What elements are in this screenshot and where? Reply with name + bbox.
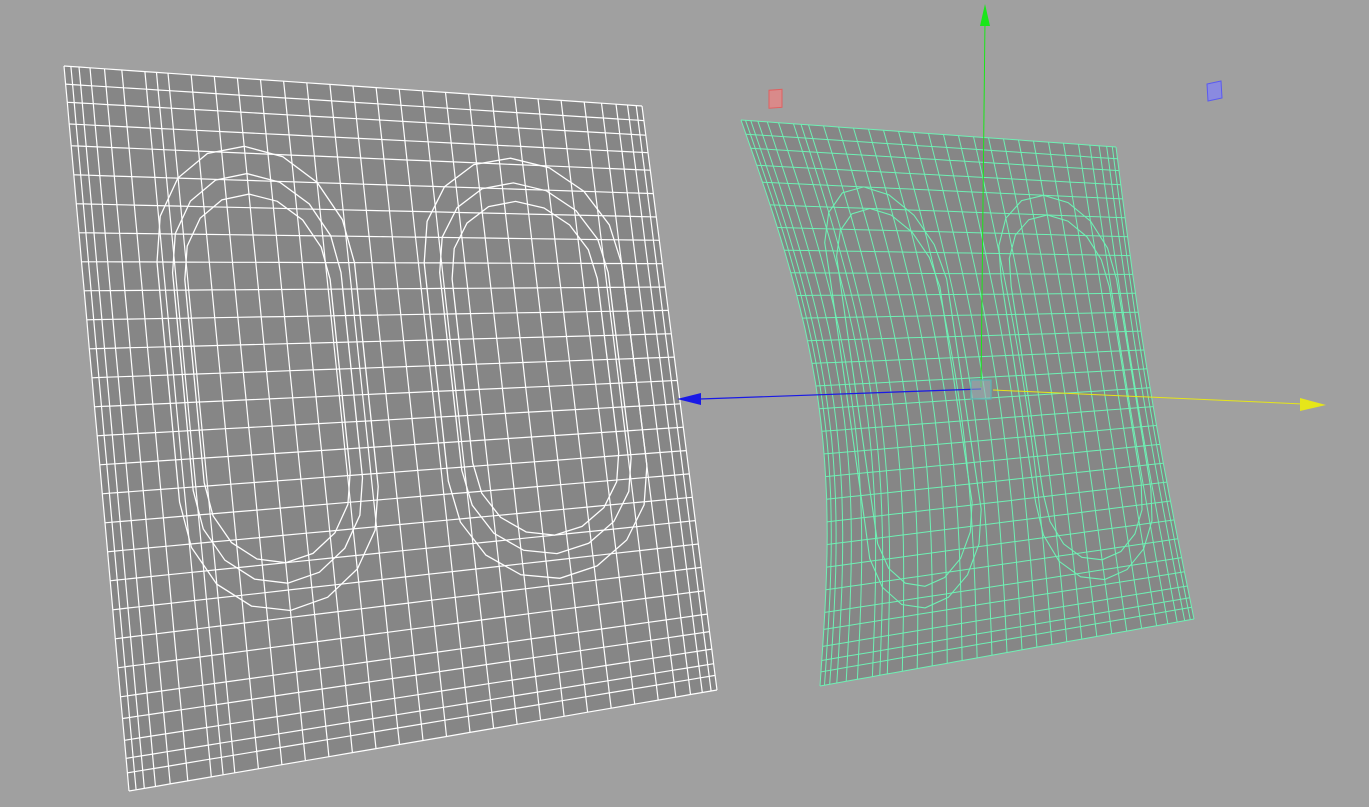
3d-viewport[interactable] [0,0,1369,807]
flat-plane-face[interactable] [64,66,717,791]
deformer-handle-red[interactable] [768,88,783,109]
gizmo-center-handle[interactable] [970,379,992,400]
x-axis-arrow[interactable] [1300,398,1326,411]
bent-plane-mesh[interactable] [740,119,1195,687]
bent-plane-face[interactable] [741,120,1194,686]
scene-canvas[interactable] [0,0,1369,807]
flat-plane-mesh[interactable] [63,65,718,792]
y-axis-arrow[interactable] [980,4,990,26]
deformer-handle-blue[interactable] [1206,80,1223,102]
